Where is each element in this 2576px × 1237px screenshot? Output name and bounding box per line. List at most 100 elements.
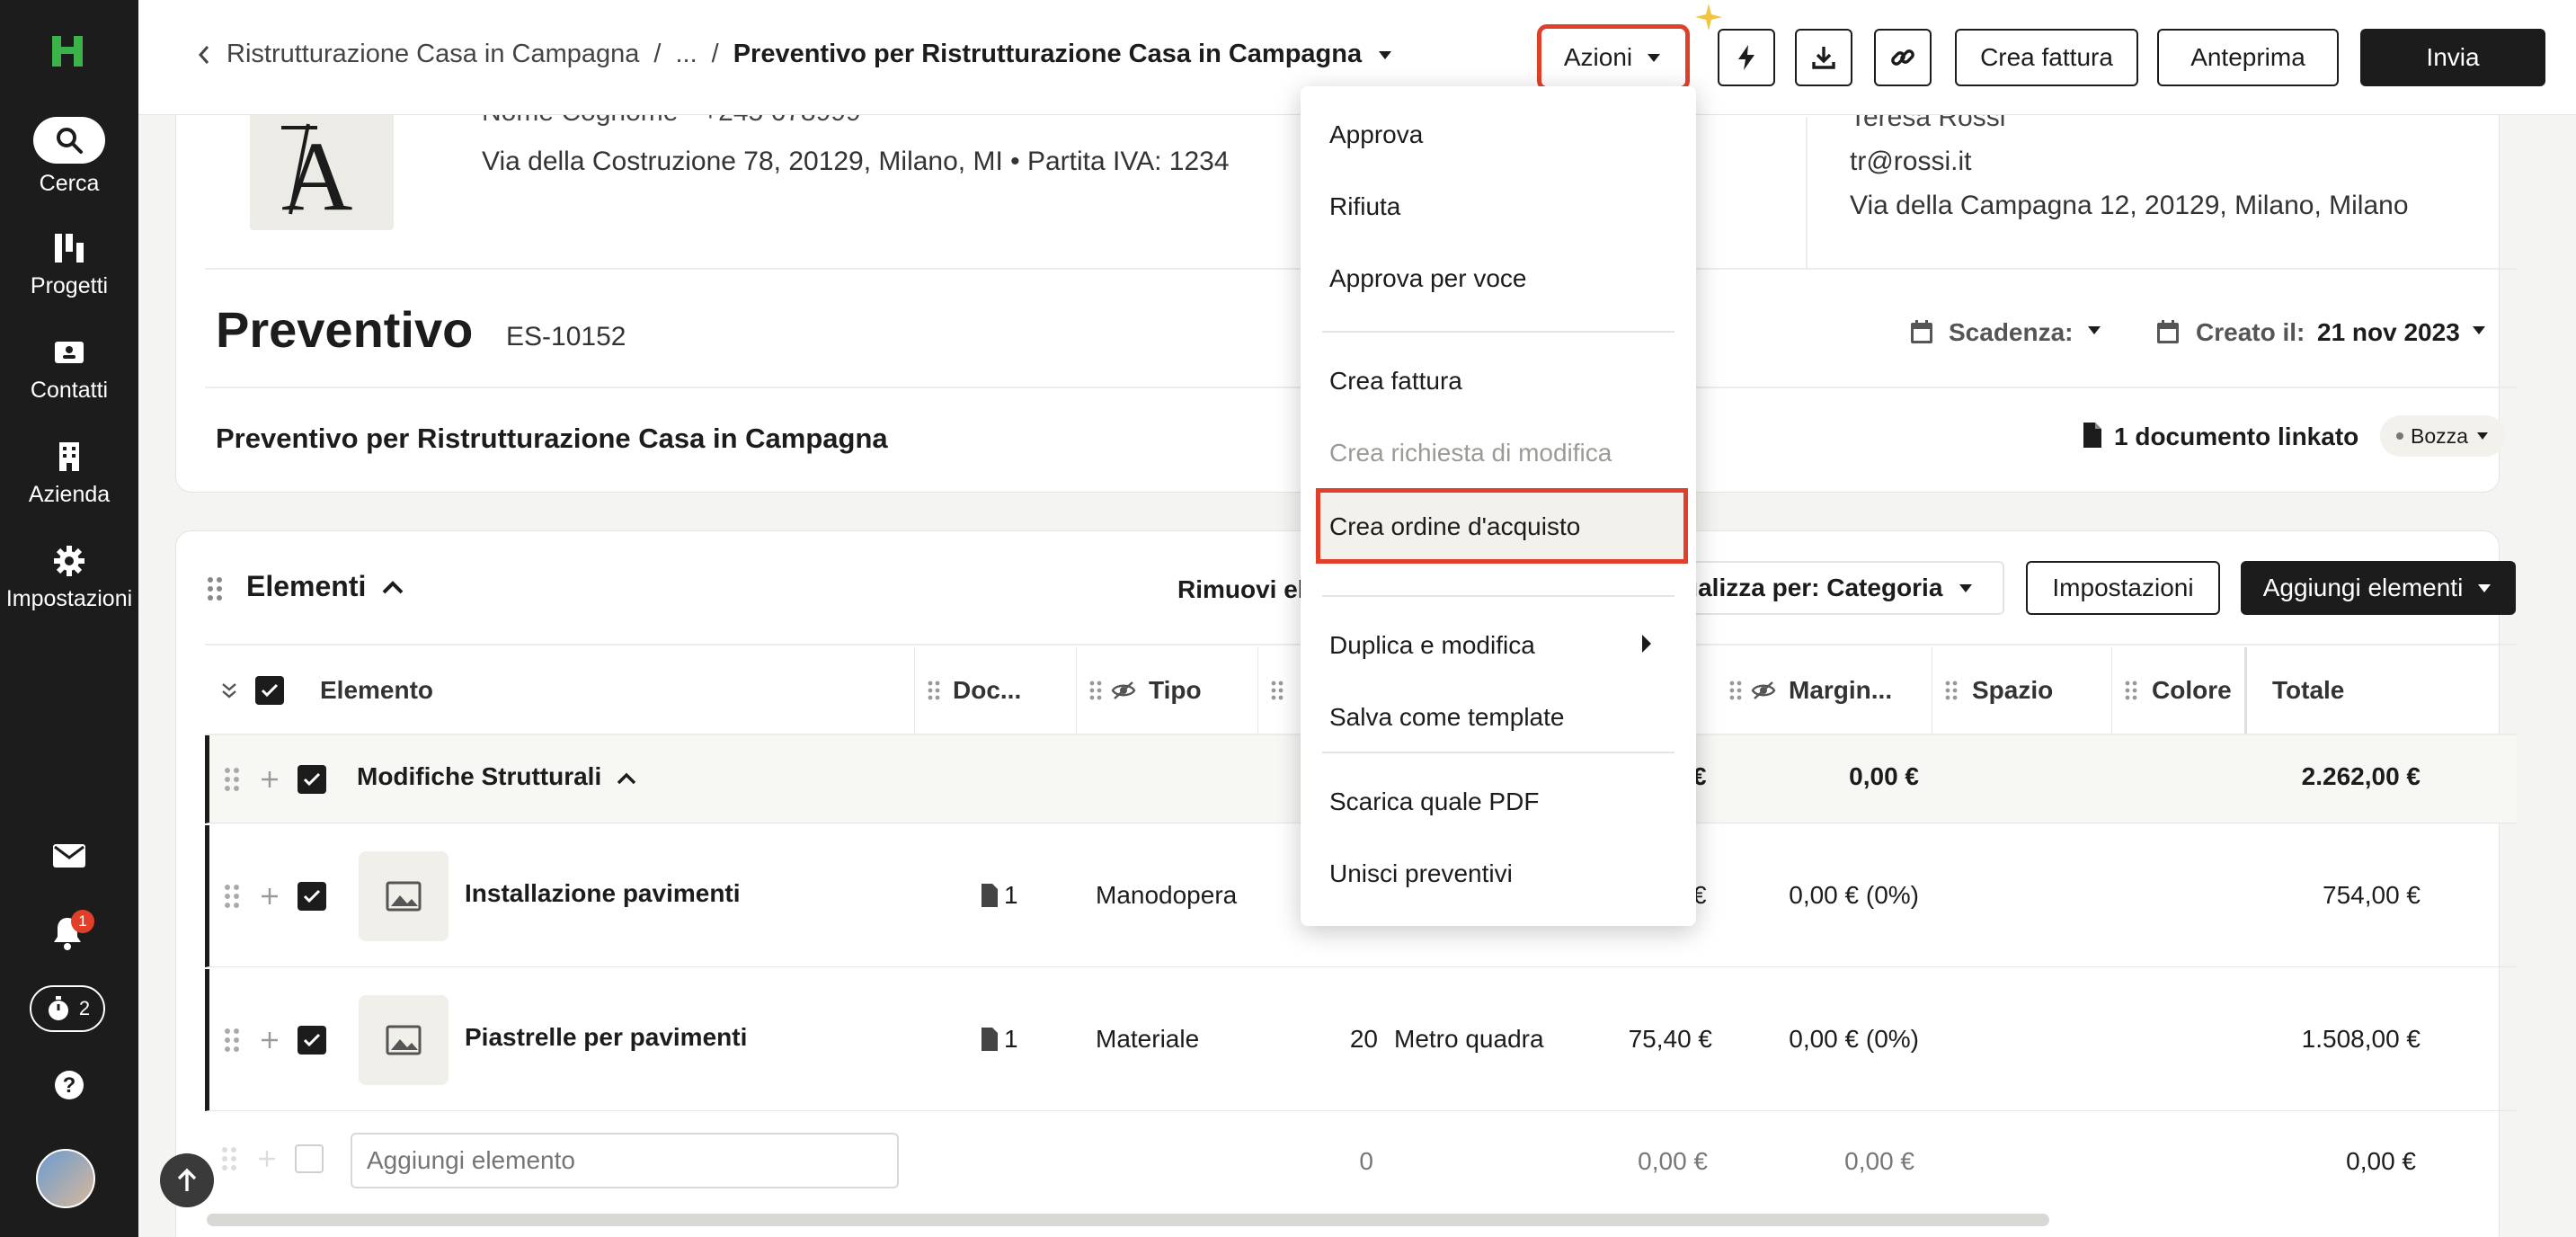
item-name[interactable]: Piastrelle per pavimenti: [465, 1023, 747, 1052]
caret-down-icon[interactable]: [2470, 324, 2488, 336]
divider: [1806, 117, 1808, 268]
row-checkbox[interactable]: [298, 1026, 326, 1055]
menu-item-duplicate-edit[interactable]: Duplica e modifica: [1301, 613, 1696, 676]
timers-button[interactable]: 2: [30, 985, 105, 1032]
chevron-up-icon[interactable]: [616, 771, 637, 786]
breadcrumb-ellipsis[interactable]: ...: [675, 40, 697, 69]
drag-handle-icon[interactable]: [207, 575, 223, 602]
remove-elements-link[interactable]: Rimuovi el: [1177, 575, 1305, 604]
menu-item-create-purchase-order[interactable]: Crea ordine d'acquisto: [1316, 488, 1688, 564]
column-header-color[interactable]: Colore: [2112, 647, 2247, 734]
new-item-quantity[interactable]: 0: [1319, 1147, 1373, 1176]
sidebar-item-contacts[interactable]: Contatti: [0, 334, 138, 404]
drag-handle-icon[interactable]: [928, 680, 940, 701]
column-header-type[interactable]: Tipo: [1077, 647, 1258, 734]
created-date[interactable]: 21 nov 2023: [2317, 318, 2460, 347]
column-header-margin[interactable]: Margin...: [1717, 647, 1932, 734]
menu-item-reject[interactable]: Rifiuta: [1329, 192, 1400, 221]
item-docs[interactable]: 1: [1004, 1025, 1018, 1054]
avatar[interactable]: [36, 1149, 95, 1208]
breadcrumb-parent[interactable]: Ristrutturazione Casa in Campagna: [227, 40, 639, 69]
collapse-all-icon[interactable]: [219, 681, 239, 700]
column-header-label: Colore: [2152, 676, 2232, 704]
horizontal-scrollbar[interactable]: [207, 1214, 2049, 1226]
item-cost[interactable]: 75,40 €: [1594, 1025, 1712, 1054]
chevron-left-icon[interactable]: [196, 44, 212, 66]
download-button[interactable]: [1795, 29, 1852, 86]
drag-handle-icon[interactable]: [1945, 680, 1958, 701]
item-unit[interactable]: Metro quadra: [1394, 1025, 1547, 1054]
preview-button[interactable]: Anteprima: [2157, 29, 2339, 86]
menu-item-create-invoice[interactable]: Crea fattura: [1329, 367, 1462, 396]
linked-documents[interactable]: 1 documento linkato: [2114, 423, 2358, 451]
plus-icon[interactable]: [260, 886, 280, 906]
caret-down-icon[interactable]: [1376, 49, 1394, 61]
menu-item-approve-per-item[interactable]: Approva per voce: [1329, 264, 1526, 293]
select-all-checkbox[interactable]: [255, 676, 284, 705]
group-name[interactable]: Modifiche Strutturali: [357, 762, 601, 791]
elements-settings-button[interactable]: Impostazioni: [2026, 561, 2220, 615]
menu-item-download-pdf[interactable]: Scarica quale PDF: [1329, 788, 1539, 816]
column-header-total[interactable]: Totale: [2247, 647, 2517, 734]
item-margin[interactable]: 0,00 € (0%): [1784, 881, 1919, 910]
document-icon: [982, 884, 998, 907]
share-link-button[interactable]: [1874, 29, 1932, 86]
item-type[interactable]: Manodopera: [1096, 881, 1237, 910]
logo-icon[interactable]: [47, 31, 88, 72]
caret-down-icon[interactable]: [2085, 324, 2103, 336]
sidebar-item-projects[interactable]: Progetti: [0, 230, 138, 299]
add-elements-button[interactable]: Aggiungi elementi: [2241, 561, 2516, 615]
eye-off-icon[interactable]: [1751, 681, 1776, 700]
status-badge[interactable]: Bozza: [2380, 415, 2506, 457]
mail-icon[interactable]: [51, 841, 87, 870]
column-header-item[interactable]: Elemento: [205, 647, 915, 734]
scroll-to-top-button[interactable]: [160, 1153, 214, 1207]
item-docs[interactable]: 1: [1004, 881, 1018, 910]
new-item-cost[interactable]: 0,00 €: [1589, 1147, 1708, 1176]
elements-title: Elementi: [246, 570, 367, 602]
chevron-up-icon[interactable]: [381, 579, 404, 595]
search-icon: [33, 117, 105, 164]
drag-handle-icon[interactable]: [224, 1027, 240, 1054]
item-quantity[interactable]: 20: [1324, 1025, 1378, 1054]
add-element-input[interactable]: [351, 1133, 899, 1188]
menu-item-approve[interactable]: Approva: [1329, 120, 1423, 149]
drag-handle-icon[interactable]: [2125, 680, 2137, 701]
row-checkbox[interactable]: [295, 1144, 324, 1173]
item-name[interactable]: Installazione pavimenti: [465, 879, 741, 908]
column-header-doc[interactable]: Doc...: [915, 647, 1077, 734]
create-invoice-button[interactable]: Crea fattura: [1955, 29, 2138, 86]
item-type[interactable]: Materiale: [1096, 1025, 1199, 1054]
item-thumbnail[interactable]: [359, 851, 449, 941]
table-row[interactable]: Piastrelle per pavimenti 1 Materiale 20 …: [205, 969, 2517, 1111]
actions-button[interactable]: Azioni: [1537, 24, 1690, 91]
menu-item-merge-quotes[interactable]: Unisci preventivi: [1329, 859, 1513, 888]
drag-handle-icon[interactable]: [1271, 680, 1284, 701]
sidebar-item-settings[interactable]: Impostazioni: [0, 543, 138, 612]
drag-handle-icon[interactable]: [1089, 680, 1102, 701]
eye-off-icon[interactable]: [1111, 681, 1136, 700]
document-title[interactable]: Preventivo per Ristrutturazione Casa in …: [216, 423, 888, 455]
plus-icon[interactable]: [260, 770, 280, 789]
breadcrumb-current[interactable]: Preventivo per Ristrutturazione Casa in …: [733, 40, 1362, 69]
drag-handle-icon[interactable]: [224, 766, 240, 793]
sidebar-item-search[interactable]: Cerca: [0, 117, 138, 197]
notifications-button[interactable]: 1: [51, 910, 94, 955]
item-thumbnail[interactable]: [359, 995, 449, 1085]
row-checkbox[interactable]: [298, 882, 326, 911]
plus-icon[interactable]: [260, 1030, 280, 1050]
help-icon[interactable]: ?: [54, 1070, 84, 1100]
new-item-margin[interactable]: 0,00 €: [1780, 1147, 1914, 1176]
menu-item-save-template[interactable]: Salva come template: [1329, 703, 1564, 732]
drag-handle-icon[interactable]: [1729, 680, 1742, 701]
drag-handle-icon[interactable]: [224, 883, 240, 910]
column-header-space[interactable]: Spazio: [1932, 647, 2112, 734]
svg-text:?: ?: [63, 1073, 76, 1098]
automation-button[interactable]: [1718, 29, 1775, 86]
sidebar-item-company[interactable]: Azienda: [0, 439, 138, 508]
send-button[interactable]: Invia: [2360, 29, 2545, 86]
item-margin[interactable]: 0,00 € (0%): [1784, 1025, 1919, 1054]
view-by-select[interactable]: ualizza per: Categoria: [1681, 561, 2004, 615]
download-icon: [1812, 47, 1835, 69]
group-checkbox[interactable]: [298, 765, 326, 794]
